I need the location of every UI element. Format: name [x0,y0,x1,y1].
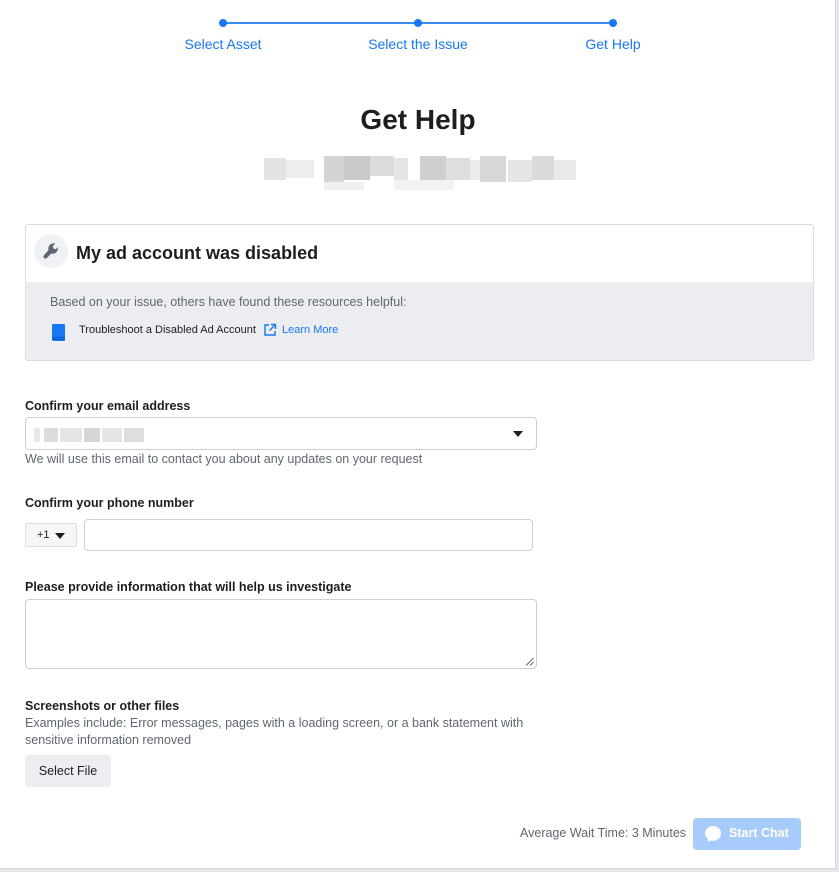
step-connector [418,22,613,24]
helpful-resources-intro: Based on your issue, others have found t… [50,295,407,309]
phone-label: Confirm your phone number [25,496,194,510]
external-link-icon[interactable] [263,323,277,337]
step-get-help[interactable]: Get Help [585,36,640,52]
files-label: Screenshots or other files [25,699,180,713]
chevron-down-icon [55,533,65,539]
issue-title: My ad account was disabled [76,243,319,263]
step-dot-select-issue [414,19,422,27]
step-connector [223,22,418,24]
email-select[interactable] [25,417,537,450]
details-textarea[interactable] [25,599,537,669]
step-select-issue[interactable]: Select the Issue [368,36,468,52]
phone-input[interactable] [84,519,533,551]
start-chat-button[interactable]: Start Chat [693,818,801,850]
select-file-button[interactable]: Select File [25,755,111,787]
step-dot-get-help [609,19,617,27]
chat-bubble-icon [705,826,721,842]
resource-link-troubleshoot[interactable]: Troubleshoot a Disabled Ad Account [79,324,256,336]
wait-time-text: Average Wait Time: 3 Minutes [520,826,687,840]
chevron-down-icon[interactable] [513,431,523,437]
wrench-icon [34,234,68,268]
redacted-account-name [264,156,576,192]
help-form-card: Select Asset Select the Issue Get Help G… [0,0,836,869]
resize-handle-icon[interactable] [525,657,534,666]
country-code-select[interactable]: +1 [25,523,77,547]
email-hint: We will use this email to contact you ab… [25,452,423,466]
page-title: Get Help [360,104,476,135]
redacted-email [34,428,146,442]
progress-stepper: Select Asset Select the Issue Get Help [0,0,836,60]
files-hint: Examples include: Error messages, pages … [25,716,524,747]
issue-summary-card: My ad account was disabled Based on your… [25,224,814,361]
learn-more-link[interactable]: Learn More [282,324,338,336]
issue-header: My ad account was disabled [26,225,813,282]
start-chat-label: Start Chat [729,826,789,840]
step-dot-select-asset [219,19,227,27]
country-code-value: +1 [37,529,50,541]
step-select-asset[interactable]: Select Asset [184,36,261,52]
email-label: Confirm your email address [25,399,191,413]
book-icon [52,324,65,341]
helpful-resources: Based on your issue, others have found t… [26,282,813,360]
details-label: Please provide information that will hel… [25,580,352,594]
